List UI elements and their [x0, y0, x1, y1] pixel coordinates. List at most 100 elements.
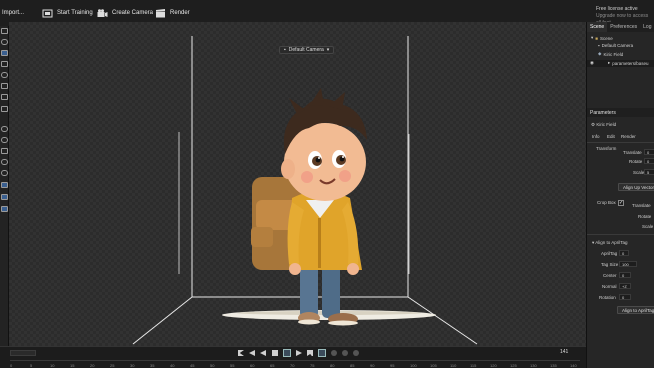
frame-tool-icon[interactable]	[1, 106, 8, 112]
play-reverse-icon[interactable]	[260, 350, 266, 356]
tag-size-field[interactable]: 100	[619, 261, 637, 267]
view-tool-icon[interactable]	[1, 159, 8, 165]
measure-tool-icon[interactable]	[1, 148, 8, 154]
tab-scene[interactable]: Scene	[587, 22, 608, 32]
step-forward-icon[interactable]	[296, 350, 302, 356]
training-icon	[42, 9, 53, 17]
tree-label-field: Kiric Field	[603, 51, 624, 57]
record-icon[interactable]	[331, 350, 337, 356]
edit-tool-icon[interactable]	[1, 194, 8, 200]
zoom-out-icon[interactable]	[1, 137, 8, 143]
timeline-ruler[interactable]: 0 5 10 15 20 25 30 35 40 45 50 55 60 65 70 75 80 85 90 95 10…	[10, 360, 580, 368]
normal-select[interactable]: +Z	[619, 283, 631, 289]
crop-translate-label: Translate	[632, 203, 651, 208]
tag-size-label: Tag Size	[601, 262, 619, 267]
timeline[interactable]: 141 0 5 10 15 20 25 30 35 40 45 50 55 60 65 70 75 80 85 90…	[0, 346, 586, 368]
tree-item-params-file[interactable]: ◉ ▸ parameters/baseu	[590, 60, 648, 66]
scale-tool-icon[interactable]	[1, 83, 8, 89]
start-training-button[interactable]: Start Training	[42, 7, 93, 19]
align-apriltag-section[interactable]: ▾ Align to AprilTag	[592, 240, 628, 246]
tree-item-field[interactable]: ◆ Kiric Field	[598, 51, 623, 57]
add-tool-icon[interactable]	[1, 206, 8, 212]
move-tool-icon[interactable]	[1, 50, 8, 56]
timeline-tick-label: 0	[10, 363, 13, 368]
align-up-vector-button[interactable]: Align Up Vector	[618, 183, 654, 191]
timeline-tick-label: 115	[470, 363, 477, 368]
3d-viewport[interactable]: ▪ Default Camera ▾	[9, 22, 586, 346]
rotation-field[interactable]: 0	[619, 294, 631, 300]
transform-label: Transform	[596, 146, 617, 151]
divider	[587, 142, 654, 143]
folder-icon: ■	[595, 35, 598, 41]
timeline-tick-label: 15	[70, 363, 75, 368]
search-icon[interactable]	[1, 170, 8, 176]
parameters-header: Parameters	[587, 108, 654, 117]
object-name: Kiric Field	[596, 122, 617, 127]
chevron-down-icon: ▾	[326, 47, 330, 53]
rotate-tool-icon[interactable]	[1, 72, 8, 78]
rotate-field[interactable]: 0	[644, 158, 654, 164]
pause-button[interactable]	[283, 349, 291, 357]
expand-icon: ▸	[607, 60, 611, 65]
apriltag-field[interactable]: 0	[619, 250, 629, 256]
align-to-apriltag-button[interactable]: Align to AprilTag	[617, 306, 654, 314]
center-field[interactable]: 0	[619, 272, 631, 278]
tab-preferences[interactable]: Preferences	[607, 22, 640, 32]
tree-label-camera: Default Camera	[601, 43, 634, 48]
timeline-tick-label: 50	[210, 363, 215, 368]
step-back-icon[interactable]	[249, 350, 255, 356]
import-button[interactable]: Import...	[2, 7, 24, 19]
speed-icon[interactable]	[353, 350, 359, 356]
skip-to-end-icon[interactable]	[307, 350, 313, 356]
pan-tool-icon[interactable]	[1, 61, 8, 67]
timeline-tick-label: 100	[410, 363, 417, 368]
subtab-render[interactable]: Render	[621, 134, 636, 139]
timeline-tick-label: 70	[290, 363, 295, 368]
left-toolbar	[0, 26, 9, 346]
timeline-tick-label: 55	[230, 363, 235, 368]
select-tool-icon[interactable]	[1, 28, 8, 34]
scale-field[interactable]: 5	[644, 169, 654, 175]
timeline-tick-label: 40	[170, 363, 175, 368]
crop-rotate-label: Rotate	[638, 214, 652, 219]
field-icon: ◆	[598, 51, 602, 56]
timeline-tick-label: 140	[570, 363, 577, 368]
zoom-in-icon[interactable]	[1, 126, 8, 132]
timeline-tick-label: 10	[50, 363, 55, 368]
frame-count[interactable]: 141	[560, 349, 568, 355]
apriltag-label: AprilTag	[601, 251, 618, 256]
camera-selector-label: Default Camera	[288, 47, 324, 53]
loop-toggle[interactable]	[318, 349, 326, 357]
crop-box-checkbox[interactable]: ✓	[618, 200, 624, 206]
tree-label-params: parameters/baseu	[612, 60, 649, 66]
timeline-tick-label: 130	[530, 363, 537, 368]
orbit-tool-icon[interactable]	[1, 39, 8, 45]
create-camera-label: Create Camera	[112, 10, 154, 16]
stop-icon[interactable]	[272, 350, 278, 356]
skip-to-start-icon[interactable]	[238, 350, 244, 356]
subtab-edit[interactable]: Edit	[607, 134, 615, 139]
timeline-tick-label: 80	[330, 363, 335, 368]
create-camera-button[interactable]: Create Camera	[97, 7, 153, 19]
timeline-tick-label: 65	[270, 363, 275, 368]
tab-log[interactable]: Log	[640, 22, 654, 32]
translate-label: Translate	[623, 150, 642, 155]
translate-field[interactable]: 0	[644, 149, 654, 155]
crop-tool-icon[interactable]	[1, 94, 8, 100]
tree-item-scene[interactable]: ▾ ■ Scene	[591, 35, 613, 41]
keyframe-icon[interactable]	[342, 350, 348, 356]
timeline-tick-label: 5	[30, 363, 33, 368]
timeline-range-field[interactable]	[10, 350, 36, 356]
normal-label: Normal	[602, 284, 617, 289]
render-button[interactable]: Render	[155, 7, 190, 19]
timeline-tick-label: 120	[490, 363, 497, 368]
chevron-down-icon: ▾	[591, 35, 594, 40]
camera-selector-dropdown[interactable]: ▪ Default Camera ▾	[279, 46, 335, 54]
subtab-info[interactable]: Info	[592, 134, 600, 139]
render-label: Render	[170, 10, 190, 16]
timeline-tick-label: 35	[150, 363, 155, 368]
tree-item-default-camera[interactable]: ▪ Default Camera	[598, 43, 633, 48]
eye-icon[interactable]: ◉	[590, 60, 594, 66]
crop-box-label: Crop Box	[597, 200, 616, 205]
brush-tool-icon[interactable]	[1, 182, 8, 188]
